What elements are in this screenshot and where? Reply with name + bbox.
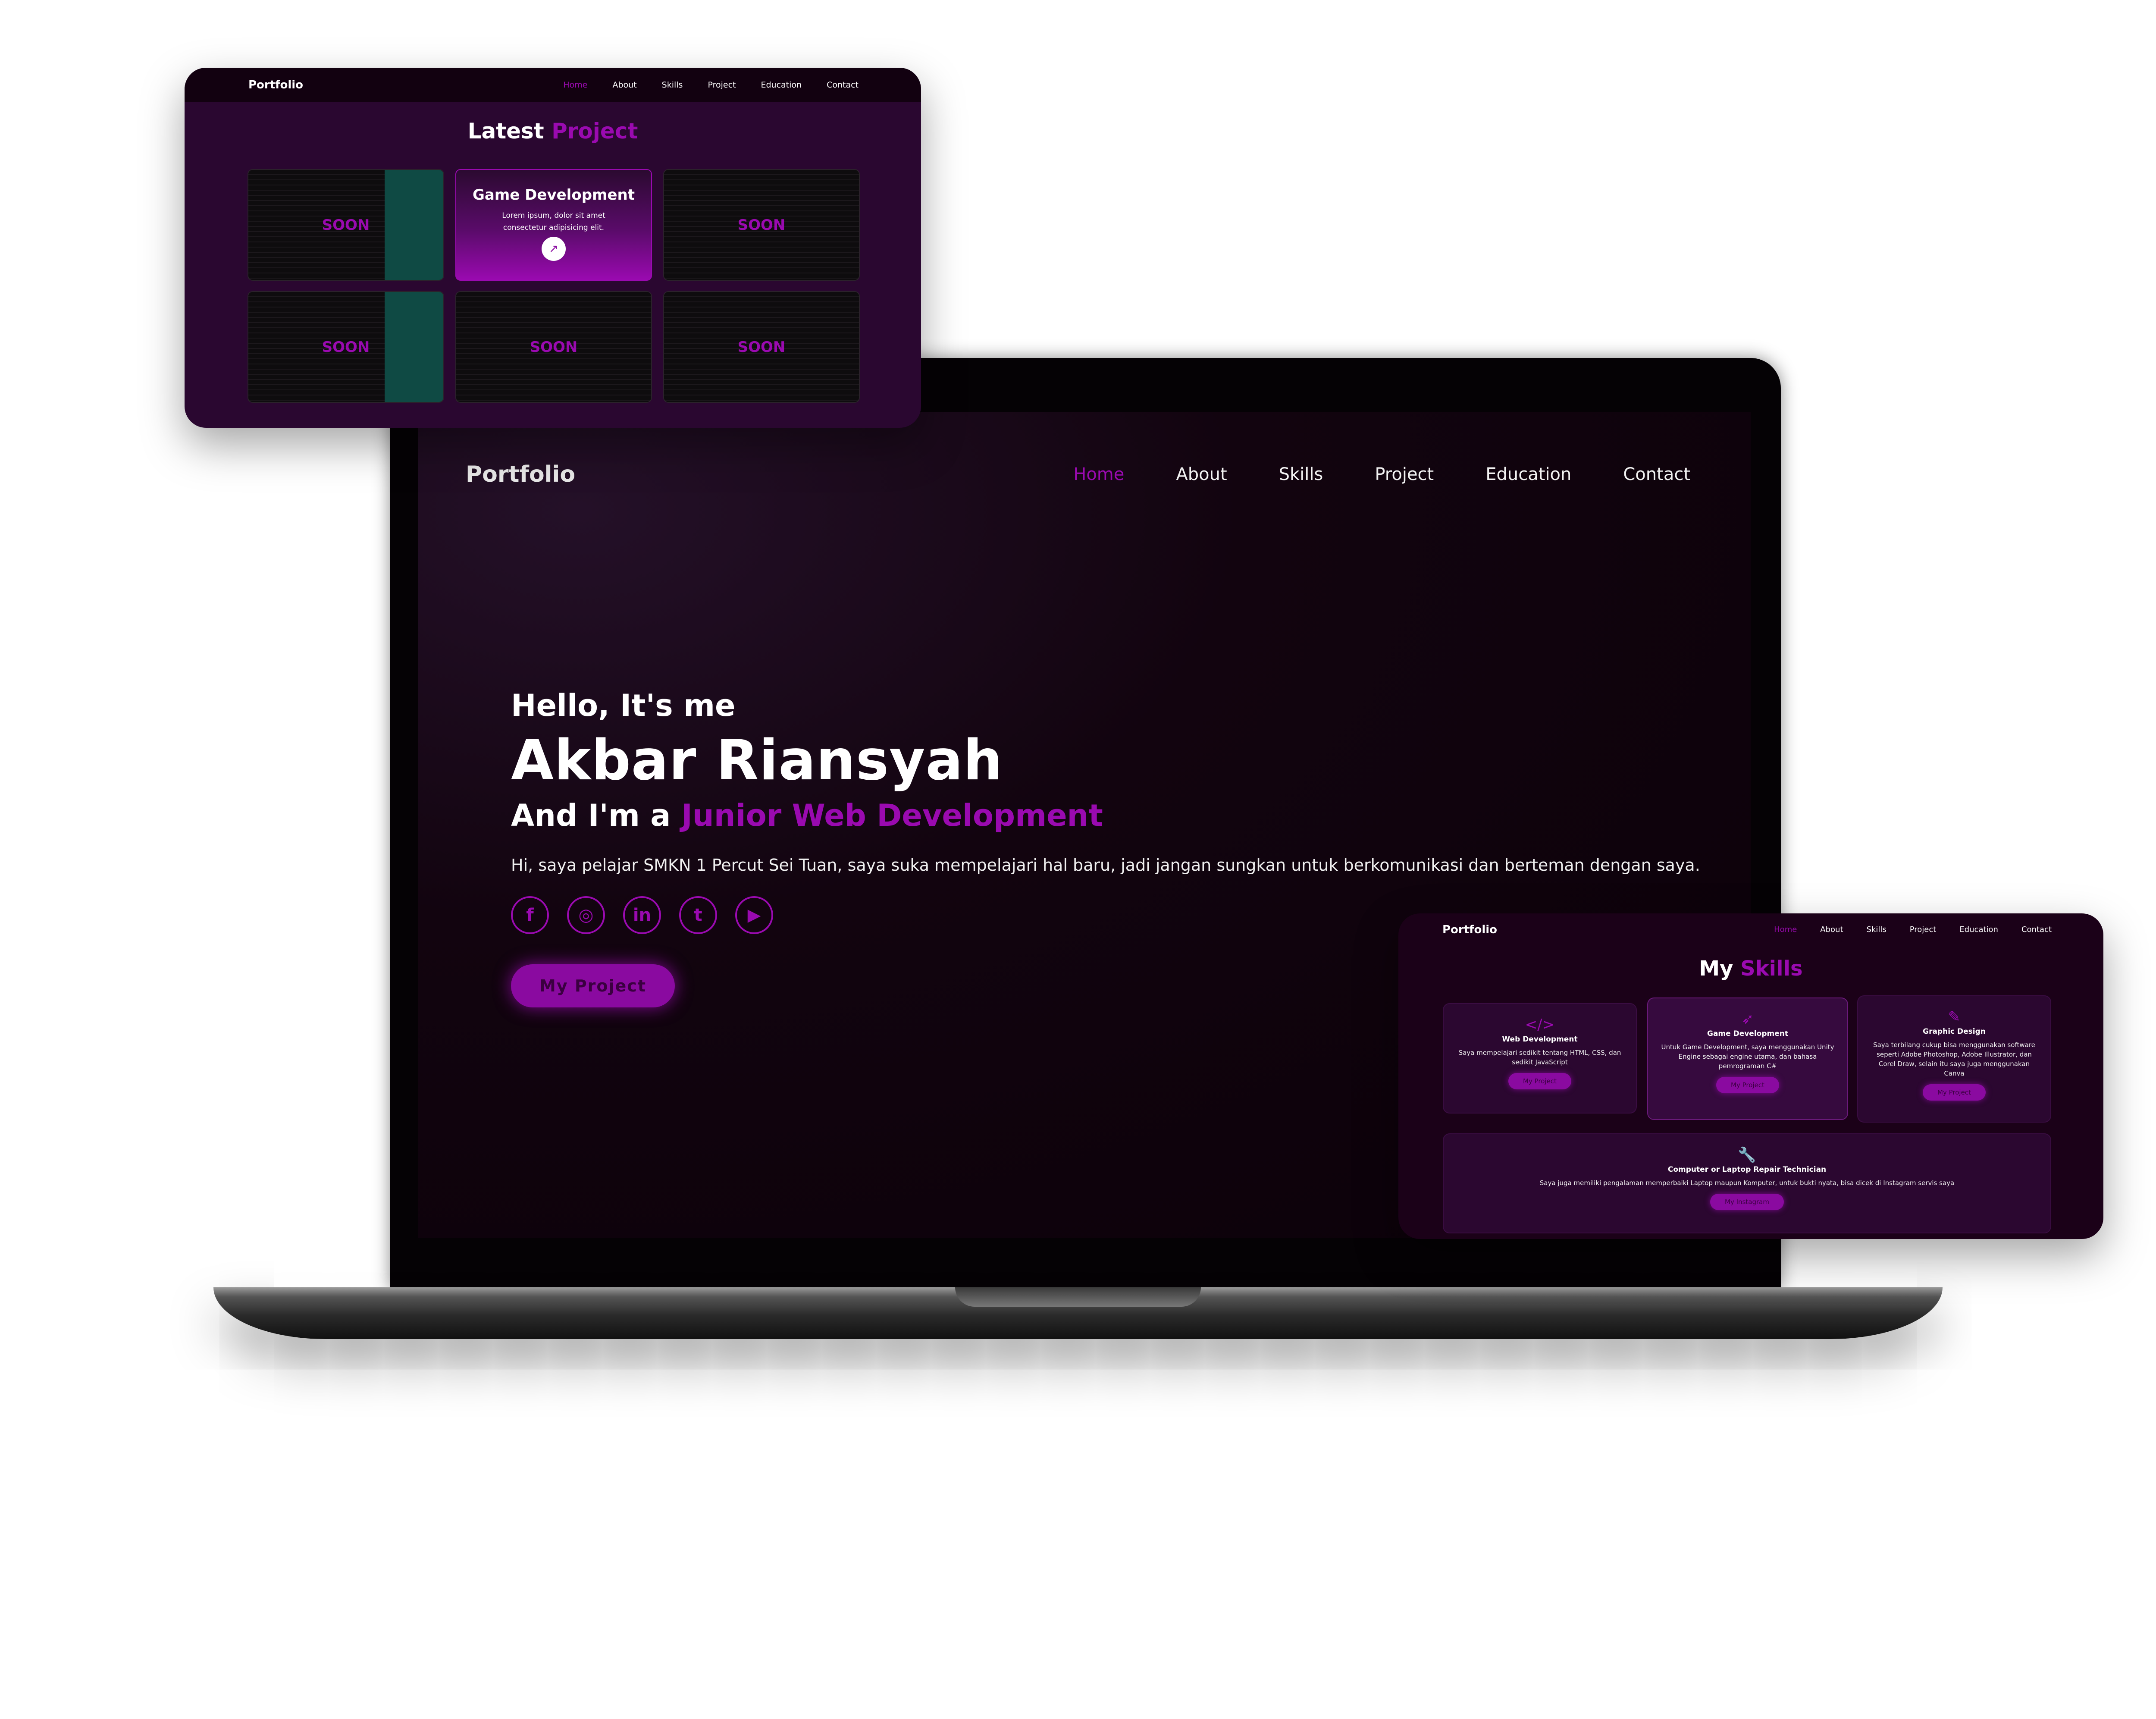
hero-greeting: Hello, It's me (511, 688, 736, 723)
project-card-soon-2[interactable]: SOON (663, 169, 860, 281)
youtube-icon[interactable]: ▶ (735, 896, 773, 934)
hero-role-prefix: And I'm a (511, 798, 671, 833)
skill-button[interactable]: My Instagram (1710, 1194, 1784, 1210)
external-link-icon[interactable]: ↗ (542, 237, 566, 261)
laptop-notch (955, 1287, 1201, 1307)
nav-skills[interactable]: Skills (1279, 464, 1323, 484)
facebook-icon[interactable]: f (511, 896, 549, 934)
hero-description: Hi, saya pelajar SMKN 1 Percut Sei Tuan,… (511, 856, 1700, 875)
twitter-icon[interactable]: t (679, 896, 717, 934)
skill-card-repair-technician: 🔧 Computer or Laptop Repair Technician S… (1443, 1133, 2051, 1233)
skills-title-accent: Skills (1740, 957, 1803, 981)
nav-home[interactable]: Home (1073, 464, 1124, 484)
rocket-icon: ➶ (1741, 1010, 1754, 1028)
skills-logo[interactable]: Portfolio (1442, 923, 1497, 936)
skill-title: Computer or Laptop Repair Technician (1667, 1165, 1827, 1174)
skills-navbar: Portfolio Home About Skills Project Educ… (1398, 913, 2103, 946)
skills-nav-skills[interactable]: Skills (1867, 925, 1887, 934)
latest-project-panel: Portfolio Home About Skills Project Educ… (185, 68, 921, 428)
nav-links: Home About Skills Project Education Cont… (1022, 464, 1690, 484)
skill-card-game-development: ➶ Game Development Untuk Game Developmen… (1647, 998, 1848, 1120)
skill-text: Saya juga memiliki pengalaman memperbaik… (1539, 1179, 1955, 1187)
project-nav-links: Home About Skills Project Education Cont… (538, 80, 859, 90)
skill-button[interactable]: My Project (1716, 1077, 1779, 1093)
nav-about[interactable]: About (1176, 464, 1227, 484)
project-card-soon-3[interactable]: SOON (248, 291, 444, 403)
skills-nav-home[interactable]: Home (1774, 925, 1797, 934)
code-icon: </> (1525, 1016, 1555, 1033)
skill-card-graphic-design: ✎ Graphic Design Saya terbilang cukup bi… (1857, 995, 2051, 1123)
main-navbar: Portfolio Home About Skills Project Educ… (418, 455, 1751, 494)
soon-label: SOON (737, 216, 786, 234)
skills-title-white: My (1699, 957, 1733, 981)
hero-name: Akbar Riansyah (511, 728, 1003, 793)
my-project-button[interactable]: My Project (511, 964, 675, 1007)
feature-description: Lorem ipsum, dolor sit amet consectetur … (502, 211, 605, 232)
skills-nav-education[interactable]: Education (1959, 925, 1998, 934)
project-nav-education[interactable]: Education (761, 80, 802, 90)
project-nav-about[interactable]: About (612, 80, 636, 90)
soon-label: SOON (530, 338, 578, 356)
linkedin-icon[interactable]: in (623, 896, 661, 934)
skills-nav-contact[interactable]: Contact (2021, 925, 2052, 934)
skills-nav-about[interactable]: About (1820, 925, 1843, 934)
skill-card-web-development: </> Web Development Saya mempelajari sed… (1443, 1003, 1637, 1114)
skills-nav-project[interactable]: Project (1910, 925, 1937, 934)
project-nav-home[interactable]: Home (563, 80, 587, 90)
hero-role-line: And I'm a Junior Web Development (511, 798, 1700, 833)
soon-label: SOON (737, 338, 786, 356)
skill-button[interactable]: My Project (1508, 1073, 1571, 1089)
my-skills-panel: Portfolio Home About Skills Project Educ… (1398, 913, 2103, 1239)
skills-section-title: My Skills (1398, 957, 2103, 981)
site-logo[interactable]: Portfolio (466, 461, 575, 487)
soon-label: SOON (322, 338, 370, 356)
project-title-accent: Project (552, 119, 638, 144)
nav-education[interactable]: Education (1485, 464, 1571, 484)
feature-title: Game Development (473, 186, 635, 204)
skill-title: Game Development (1707, 1029, 1788, 1038)
project-nav-project[interactable]: Project (708, 80, 736, 90)
brush-icon: ✎ (1948, 1008, 1961, 1026)
project-card-game-development[interactable]: Game Development Lorem ipsum, dolor sit … (455, 169, 652, 281)
skills-nav-links: Home About Skills Project Education Cont… (1751, 925, 2052, 934)
skill-text: Saya mempelajari sedikit tentang HTML, C… (1458, 1049, 1621, 1066)
skill-button[interactable]: My Project (1923, 1084, 1986, 1101)
hero-role: Junior Web Development (681, 798, 1103, 833)
wrench-icon: 🔧 (1738, 1146, 1756, 1164)
skill-title: Graphic Design (1923, 1027, 1986, 1036)
skill-text: Saya terbilang cukup bisa menggunakan so… (1873, 1041, 2035, 1077)
project-card-soon-1[interactable]: SOON (248, 169, 444, 281)
soon-label: SOON (322, 216, 370, 234)
project-nav-contact[interactable]: Contact (827, 80, 859, 90)
skill-title: Web Development (1502, 1035, 1578, 1044)
project-navbar: Portfolio Home About Skills Project Educ… (185, 68, 921, 102)
nav-contact[interactable]: Contact (1623, 464, 1690, 484)
project-title-white: Latest (467, 119, 544, 144)
project-logo[interactable]: Portfolio (248, 78, 303, 91)
project-card-soon-5[interactable]: SOON (663, 291, 860, 403)
project-section-title: Latest Project (185, 119, 921, 144)
nav-project[interactable]: Project (1375, 464, 1434, 484)
project-nav-skills[interactable]: Skills (662, 80, 683, 90)
instagram-icon[interactable]: ◎ (567, 896, 605, 934)
project-card-soon-4[interactable]: SOON (455, 291, 652, 403)
skill-text: Untuk Game Development, saya menggunakan… (1661, 1043, 1834, 1070)
